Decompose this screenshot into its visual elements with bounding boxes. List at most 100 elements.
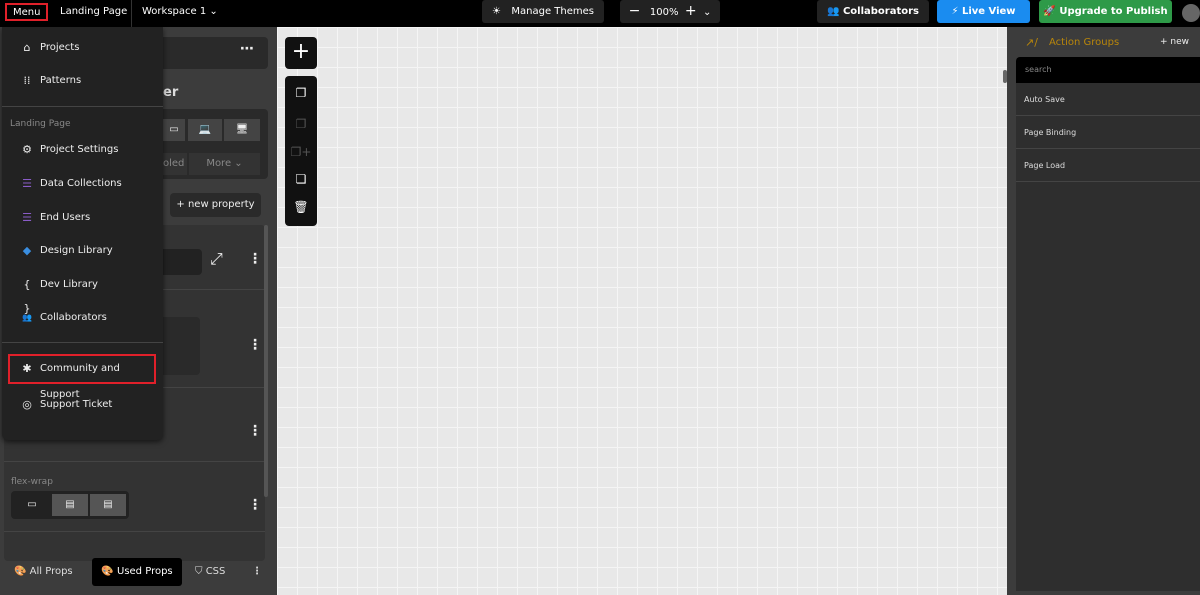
enabled-tab[interactable]: oled [163, 153, 187, 175]
menu-item-project-settings[interactable]: ⚙ Project Settings [2, 138, 163, 162]
menu-section-label: Landing Page [10, 119, 71, 129]
upgrade-label: Upgrade to Publish [1059, 6, 1168, 17]
laptop-icon[interactable]: 💻 [188, 119, 222, 141]
divider [2, 106, 163, 107]
main-menu-dropdown: ⌂ Projects ⁞⁞ Patterns Landing Page ⚙ Proje… [2, 27, 163, 440]
kebab-icon[interactable]: ⋮ [248, 337, 262, 353]
home-icon: ⌂ [23, 41, 31, 54]
all-props-tab[interactable]: 🎨 All Props [14, 558, 73, 586]
lightning-icon: ⚡ [951, 6, 959, 17]
menu-item-end-users[interactable]: ☰ End Users [2, 206, 163, 230]
panel-resize-handle[interactable] [1003, 70, 1007, 83]
wrap-reverse-icon[interactable]: ▤ [90, 494, 126, 516]
menu-item-label: Project Settings [40, 144, 119, 155]
layers-icon: ◆ [22, 244, 32, 257]
action-group-item[interactable]: Page Load [1016, 149, 1200, 182]
used-props-label: Used Props [117, 566, 173, 577]
live-view-label: Live View [961, 6, 1016, 17]
scrollbar[interactable] [264, 225, 268, 497]
kebab-icon[interactable]: ⋮ [252, 558, 262, 586]
duplicate-icon[interactable]: ❏ [285, 172, 317, 186]
menu-item-label: Design Library [40, 245, 113, 256]
theme-icon: ☀ [491, 6, 501, 17]
menu-item-label: Collaborators [40, 312, 107, 323]
avatar[interactable] [1182, 4, 1200, 22]
menu-item-design-library[interactable]: ◆ Design Library [2, 239, 163, 263]
manage-themes-label: Manage Themes [511, 6, 595, 17]
menu-item-label: Data Collections [40, 178, 122, 189]
action-groups-icon: ↗/ [1025, 36, 1038, 49]
menu-item-label: Support Ticket [40, 399, 113, 410]
top-bar: Menu Landing Page Workspace 1 ⌄ ☀ Manage… [0, 0, 1200, 27]
paste-add-icon[interactable]: ❐+ [285, 145, 317, 159]
lifebuoy-icon: ◎ [22, 398, 32, 411]
upgrade-button[interactable]: 🚀 Upgrade to Publish [1039, 0, 1172, 23]
css-label: CSS [205, 566, 226, 577]
live-view-button[interactable]: ⚡ Live View [937, 0, 1030, 23]
collaborators-label: Collaborators [842, 6, 919, 17]
page-name[interactable]: Landing Page [60, 0, 127, 27]
workspace-label: Workspace 1 [142, 6, 207, 17]
palette-icon: 🎨 [101, 566, 114, 577]
used-props-tab[interactable]: 🎨 Used Props [92, 558, 182, 586]
users-db-icon: ☰ [22, 211, 32, 224]
more-icon[interactable]: ⋯ [240, 41, 254, 57]
database-icon: ☰ [22, 177, 32, 190]
action-group-item[interactable]: Auto Save [1016, 83, 1200, 116]
paste-icon[interactable]: ❐ [285, 117, 317, 131]
zoom-in-button[interactable]: + [685, 3, 697, 19]
css3-icon: ⛉ [195, 566, 203, 577]
workspace-selector[interactable]: Workspace 1 ⌄ [142, 0, 218, 27]
kebab-icon[interactable]: ⋮ [248, 251, 262, 267]
zoom-control: − 100% + ⌄ [620, 0, 720, 23]
menu-item-label: End Users [40, 212, 91, 223]
divider [2, 342, 163, 343]
action-groups-search[interactable]: search [1016, 57, 1200, 83]
action-groups-title: Action Groups [1049, 37, 1120, 48]
more-dropdown[interactable]: More ⌄ [189, 153, 260, 175]
kebab-icon[interactable]: ⋮ [248, 497, 262, 513]
panel-title: er [163, 85, 179, 100]
all-props-label: All Props [29, 566, 73, 577]
chevron-down-icon: ⌄ [209, 6, 218, 17]
more-label: More [206, 158, 232, 169]
chevron-down-icon[interactable]: ⌄ [703, 7, 711, 18]
flex-wrap-options: ▭ ▤ ▤ [11, 491, 129, 519]
palette-icon: 🎨 [14, 566, 27, 577]
element-toolbar: ❐ ❐ ❐+ ❏ 🗑 [285, 76, 317, 226]
menu-item-dev-library[interactable]: { } Dev Library [2, 273, 163, 315]
kebab-icon[interactable]: ⋮ [248, 423, 262, 439]
add-element-button[interactable]: + [285, 37, 317, 69]
menu-item-label: Projects [40, 42, 80, 53]
manage-themes-button[interactable]: ☀ Manage Themes [482, 0, 604, 23]
desktop-icon[interactable]: 🖥 [224, 119, 260, 141]
menu-item-community-and-support[interactable]: ✱ Community and Support [8, 354, 156, 400]
new-action-group-button[interactable]: + new [1160, 37, 1189, 47]
menu-button[interactable]: Menu [5, 3, 49, 21]
collaborators-button[interactable]: 👥 Collaborators [817, 0, 929, 23]
tablet-icon[interactable]: ▭ [163, 119, 185, 141]
grid-icon: ⁞⁞ [23, 74, 31, 87]
resize-icon[interactable]: ⤢ [210, 249, 223, 269]
menu-item-support-ticket[interactable]: ◎ Support Ticket [2, 393, 163, 417]
menu-item-projects[interactable]: ⌂ Projects [2, 36, 163, 60]
menu-item-collaborators[interactable]: 👥 Collaborators [2, 306, 163, 330]
rocket-icon: 🚀 [1043, 6, 1056, 17]
zoom-level: 100% [649, 7, 679, 18]
menu-item-patterns[interactable]: ⁞⁞ Patterns [2, 69, 163, 93]
search-placeholder: search [1025, 65, 1052, 74]
community-icon: ✱ [22, 362, 32, 375]
menu-item-label: Patterns [40, 75, 82, 86]
nowrap-icon[interactable]: ▭ [15, 494, 49, 516]
divider [131, 0, 132, 27]
trash-icon[interactable]: 🗑 [285, 200, 317, 214]
zoom-out-button[interactable]: − [629, 3, 641, 19]
design-canvas[interactable] [277, 27, 1007, 595]
menu-item-data-collections[interactable]: ☰ Data Collections [2, 172, 163, 196]
css-tab[interactable]: ⛉ CSS [195, 558, 225, 586]
action-group-item[interactable]: Page Binding [1016, 116, 1200, 149]
flex-wrap-label: flex-wrap [11, 477, 53, 487]
new-property-button[interactable]: + new property [170, 193, 261, 217]
wrap-icon[interactable]: ▤ [52, 494, 88, 516]
copy-icon[interactable]: ❐ [285, 86, 317, 100]
